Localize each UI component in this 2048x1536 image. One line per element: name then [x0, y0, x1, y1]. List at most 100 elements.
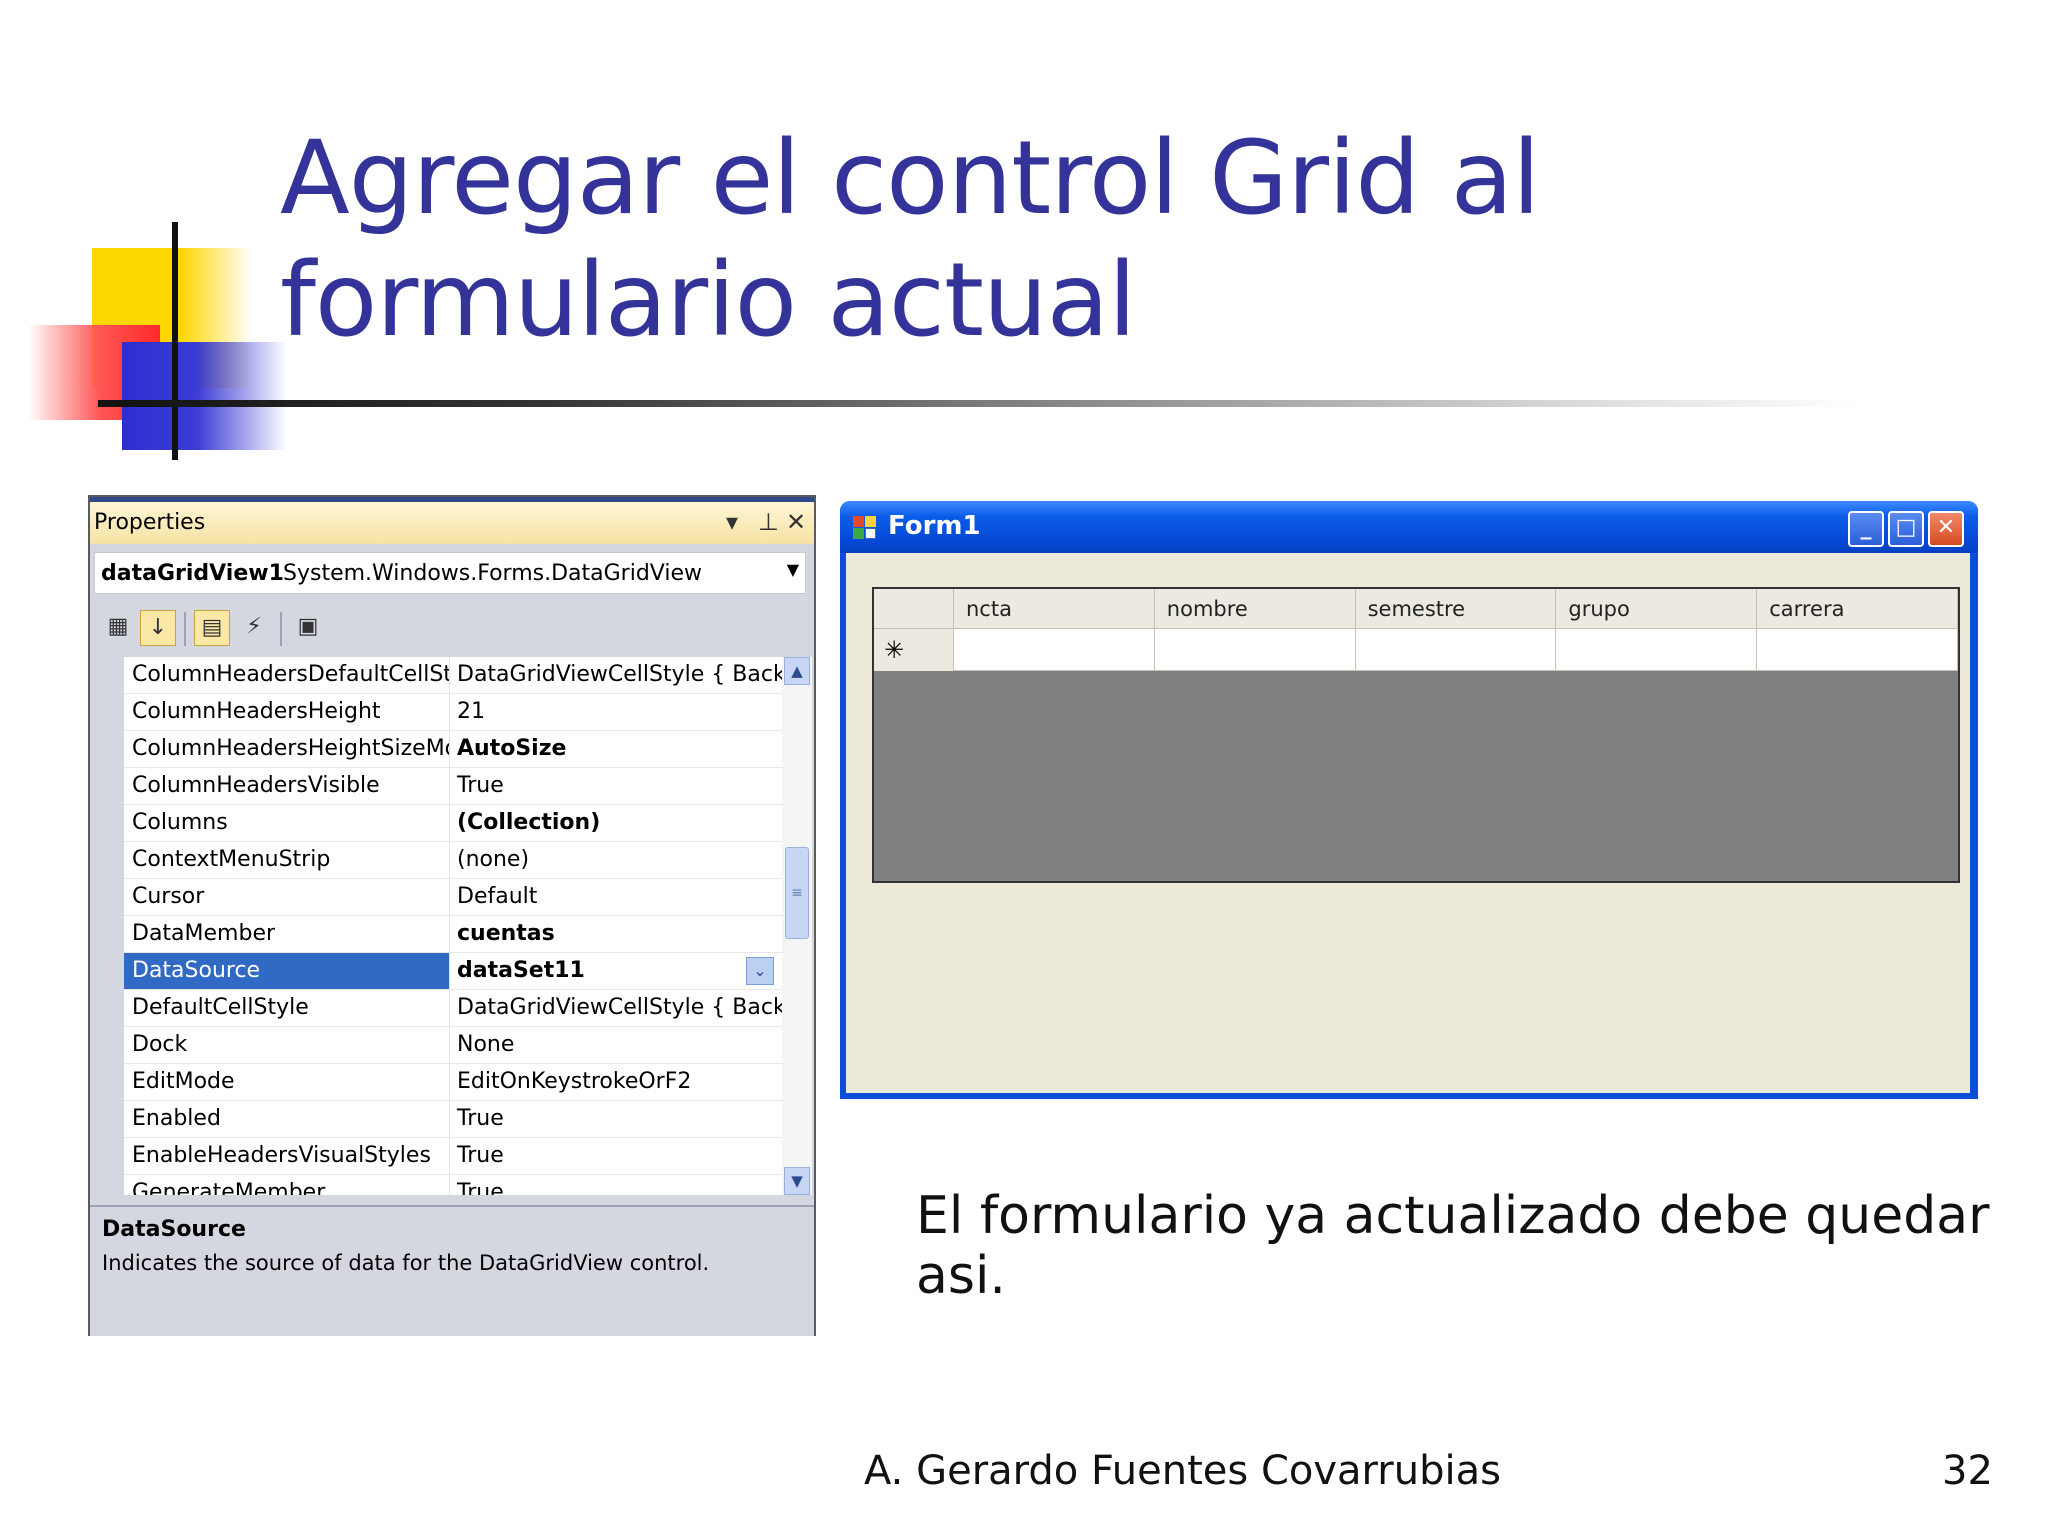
property-row[interactable]: ColumnHeadersVisible True	[94, 768, 782, 805]
property-row[interactable]: Cursor Default	[94, 879, 782, 916]
pin-icon[interactable]: ⊥	[758, 508, 779, 536]
property-row[interactable]: DataSource dataSet11 ⌄	[94, 953, 782, 990]
maximize-button[interactable]: □	[1888, 511, 1924, 547]
close-icon[interactable]: ✕	[786, 508, 806, 536]
property-name[interactable]: Dock	[124, 1027, 450, 1063]
events-icon[interactable]: ⚡	[236, 610, 272, 646]
decor-horizontal-line	[98, 400, 1858, 407]
grid-column-header[interactable]: semestre	[1355, 589, 1557, 629]
property-value[interactable]: True	[451, 1175, 782, 1195]
scroll-down-icon[interactable]: ▼	[784, 1167, 810, 1195]
property-row[interactable]: DefaultCellStyle DataGridViewCellStyle { …	[94, 990, 782, 1027]
grid-cell[interactable]	[1757, 629, 1958, 671]
property-name[interactable]: ColumnHeadersDefaultCellStyle	[124, 657, 450, 693]
object-type: System.Windows.Forms.DataGridView	[283, 561, 703, 586]
properties-toolbar: ▦ ↓ ▤ ⚡ ▣	[90, 602, 814, 652]
property-value[interactable]: EditOnKeystrokeOrF2	[451, 1064, 782, 1100]
property-name[interactable]: Cursor	[124, 879, 450, 915]
property-value[interactable]: True	[451, 1101, 782, 1137]
grid-cell[interactable]	[1154, 629, 1356, 671]
window-title: Form1	[888, 511, 981, 541]
property-row[interactable]: EditMode EditOnKeystrokeOrF2	[94, 1064, 782, 1101]
property-description: DataSource Indicates the source of data …	[90, 1205, 814, 1336]
decor-vertical-line	[172, 222, 178, 460]
description-heading: DataSource	[102, 1217, 246, 1242]
window-titlebar[interactable]: Form1 _ □ ✕	[840, 501, 1978, 553]
categorized-icon[interactable]: ▦	[100, 610, 136, 646]
property-name[interactable]: ColumnHeadersHeightSizeMode	[124, 731, 450, 767]
property-name[interactable]: DataMember	[124, 916, 450, 952]
property-value[interactable]: dataSet11	[451, 953, 782, 989]
property-name[interactable]: EditMode	[124, 1064, 450, 1100]
grid-column-header[interactable]: grupo	[1556, 589, 1758, 629]
properties-panel: Properties ▾ ⊥ ✕ dataGridView1 System.Wi…	[88, 495, 816, 1336]
scroll-up-icon[interactable]: ▲	[784, 657, 810, 685]
grid-cell[interactable]	[1556, 629, 1758, 671]
property-row[interactable]: ColumnHeadersDefaultCellStyle DataGridVie…	[94, 657, 782, 694]
properties-icon[interactable]: ▤	[194, 610, 230, 646]
property-pages-icon[interactable]: ▣	[290, 610, 326, 646]
properties-title: Properties	[94, 510, 206, 535]
property-name[interactable]: EnableHeadersVisualStyles	[124, 1138, 450, 1174]
page-number: 32	[1942, 1448, 1993, 1494]
property-row[interactable]: GenerateMember True	[94, 1175, 782, 1195]
grid-new-row: ✳	[874, 629, 1958, 671]
grid-header-row: ncta nombre semestre grupo carrera	[874, 589, 1958, 629]
property-name[interactable]: ColumnHeadersVisible	[124, 768, 450, 804]
property-row[interactable]: ColumnHeadersHeightSizeModeAutoSize	[94, 731, 782, 768]
chevron-down-icon[interactable]: ⌄	[746, 957, 774, 985]
property-value[interactable]: (none)	[451, 842, 782, 878]
object-name: dataGridView1	[101, 561, 284, 586]
slide-caption: El formulario ya actualizado debe quedar…	[916, 1186, 1990, 1306]
form1-window: Form1 _ □ ✕ ncta nombre semestre grupo carre…	[840, 501, 1978, 1099]
scroll-thumb[interactable]: ≡	[785, 847, 809, 939]
property-name[interactable]: DataSource	[124, 953, 450, 989]
decor-blue-square	[122, 342, 287, 450]
grid-column-header[interactable]: carrera	[1757, 589, 1958, 629]
property-name[interactable]: Columns	[124, 805, 450, 841]
property-row[interactable]: ContextMenuStrip (none)	[94, 842, 782, 879]
object-selector[interactable]: dataGridView1 System.Windows.Forms.DataG…	[94, 552, 806, 594]
description-text: Indicates the source of data for the Dat…	[102, 1251, 710, 1275]
property-row[interactable]: ColumnHeadersHeight 21	[94, 694, 782, 731]
grid-cell[interactable]	[1355, 629, 1557, 671]
form-icon	[853, 516, 877, 540]
property-grid-scrollbar[interactable]: ▲ ≡ ▼	[782, 657, 812, 1195]
property-value[interactable]: DataGridViewCellStyle { BackColor	[451, 657, 782, 693]
alphabetical-icon[interactable]: ↓	[140, 610, 176, 646]
grid-corner-header	[874, 589, 954, 629]
property-value[interactable]: True	[451, 768, 782, 804]
slide-footer: A. Gerardo Fuentes Covarrubias	[864, 1448, 1501, 1494]
grid-column-header[interactable]: nombre	[1154, 589, 1356, 629]
property-value[interactable]: cuentas	[451, 916, 782, 952]
property-value[interactable]: AutoSize	[451, 731, 782, 767]
chevron-down-icon[interactable]: ▼	[787, 560, 799, 579]
property-value[interactable]: Default	[451, 879, 782, 915]
property-value[interactable]: 21	[451, 694, 782, 730]
property-value[interactable]: DataGridViewCellStyle { BackColor	[451, 990, 782, 1026]
form-client-area: ncta nombre semestre grupo carrera ✳	[846, 553, 1970, 1093]
properties-titlebar: Properties ▾ ⊥ ✕	[90, 502, 814, 544]
close-button[interactable]: ✕	[1928, 511, 1964, 547]
property-name[interactable]: Enabled	[124, 1101, 450, 1137]
property-name[interactable]: GenerateMember	[124, 1175, 450, 1195]
property-grid: ColumnHeadersDefaultCellStyle DataGridVie…	[94, 657, 782, 1195]
property-row[interactable]: EnableHeadersVisualStyles True	[94, 1138, 782, 1175]
property-value[interactable]: True	[451, 1138, 782, 1174]
property-row[interactable]: Dock None	[94, 1027, 782, 1064]
grid-column-header[interactable]: ncta	[954, 589, 1155, 629]
property-row[interactable]: DataMember cuentas	[94, 916, 782, 953]
data-grid-view[interactable]: ncta nombre semestre grupo carrera ✳	[872, 587, 1960, 883]
property-name[interactable]: ContextMenuStrip	[124, 842, 450, 878]
property-value[interactable]: None	[451, 1027, 782, 1063]
property-row[interactable]: Enabled True	[94, 1101, 782, 1138]
minimize-button[interactable]: _	[1848, 511, 1884, 547]
grid-cell[interactable]	[954, 629, 1155, 671]
property-name[interactable]: ColumnHeadersHeight	[124, 694, 450, 730]
property-row[interactable]: Columns (Collection)	[94, 805, 782, 842]
property-name[interactable]: DefaultCellStyle	[124, 990, 450, 1026]
property-value[interactable]: (Collection)	[451, 805, 782, 841]
slide-title: Agregar el control Grid al formulario ac…	[280, 119, 1540, 360]
dropdown-icon[interactable]: ▾	[726, 508, 738, 536]
new-row-marker[interactable]: ✳	[874, 629, 954, 671]
